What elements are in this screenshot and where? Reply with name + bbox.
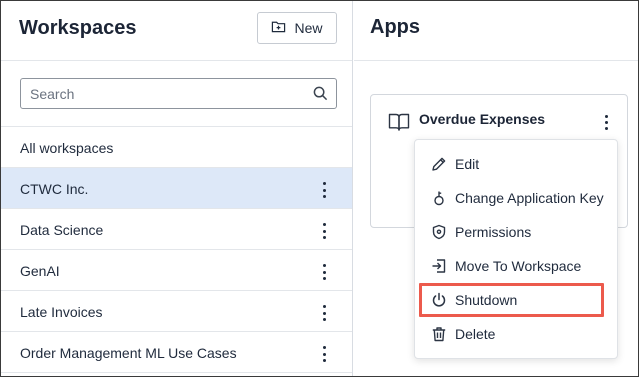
- more-options-icon[interactable]: [317, 263, 331, 281]
- workspace-label: All workspaces: [20, 140, 114, 156]
- workspace-item-late-invoices[interactable]: Late Invoices: [1, 291, 352, 332]
- menu-item-change-key[interactable]: Change Application Key: [415, 181, 617, 215]
- workspace-label: Late Invoices: [20, 304, 103, 320]
- search-icon[interactable]: [313, 86, 328, 101]
- menu-item-label: Edit: [455, 156, 480, 172]
- new-workspace-button[interactable]: New: [257, 12, 337, 44]
- more-options-icon[interactable]: [317, 304, 331, 322]
- workspaces-header: Workspaces New: [1, 1, 352, 61]
- search-input[interactable]: [21, 79, 306, 108]
- menu-item-label: Change Application Key: [455, 190, 604, 206]
- apps-header-divider: [354, 60, 638, 61]
- menu-item-label: Shutdown: [455, 292, 518, 308]
- menu-item-move-to-workspace[interactable]: Move To Workspace: [415, 249, 617, 283]
- workspace-item-genai[interactable]: GenAI: [1, 250, 352, 291]
- move-icon: [431, 258, 447, 274]
- menu-item-label: Move To Workspace: [455, 258, 582, 274]
- menu-item-permissions[interactable]: Permissions: [415, 215, 617, 249]
- workspace-label: Data Science: [20, 222, 104, 238]
- workspace-item-all[interactable]: All workspaces: [1, 127, 352, 168]
- pencil-icon: [431, 156, 447, 172]
- menu-item-label: Permissions: [455, 224, 532, 240]
- workspace-label: Order Management ML Use Cases: [20, 345, 237, 361]
- app-more-options-icon[interactable]: [599, 114, 613, 131]
- new-button-label: New: [294, 20, 323, 36]
- menu-item-edit[interactable]: Edit: [415, 147, 617, 181]
- workspaces-panel: Workspaces New All workspaces CTWC Inc.: [1, 1, 353, 376]
- workspace-item-data-science[interactable]: Data Science: [1, 209, 352, 250]
- app-name: Overdue Expenses: [419, 111, 546, 127]
- new-folder-icon: [271, 19, 286, 37]
- workspace-label: GenAI: [20, 263, 60, 279]
- apps-title: Apps: [370, 16, 420, 38]
- menu-item-delete[interactable]: Delete: [415, 317, 617, 351]
- workspace-label: CTWC Inc.: [20, 181, 89, 197]
- shield-icon: [431, 224, 447, 240]
- workspace-list: All workspaces CTWC Inc. Data Science Ge…: [1, 126, 352, 373]
- workspace-search: [20, 78, 337, 109]
- key-icon: [431, 190, 447, 206]
- menu-item-label: Delete: [455, 326, 496, 342]
- power-icon: [431, 292, 447, 308]
- more-options-icon[interactable]: [317, 181, 331, 199]
- workspace-item-ctwc[interactable]: CTWC Inc.: [1, 168, 352, 209]
- app-context-menu: Edit Change Application Key Permissions …: [414, 139, 618, 359]
- workspaces-title: Workspaces: [19, 17, 137, 39]
- menu-item-shutdown[interactable]: Shutdown: [415, 283, 617, 317]
- trash-icon: [431, 326, 447, 342]
- workspace-item-order-management[interactable]: Order Management ML Use Cases: [1, 332, 352, 373]
- more-options-icon[interactable]: [317, 222, 331, 240]
- book-icon: [388, 112, 410, 132]
- more-options-icon[interactable]: [317, 345, 331, 363]
